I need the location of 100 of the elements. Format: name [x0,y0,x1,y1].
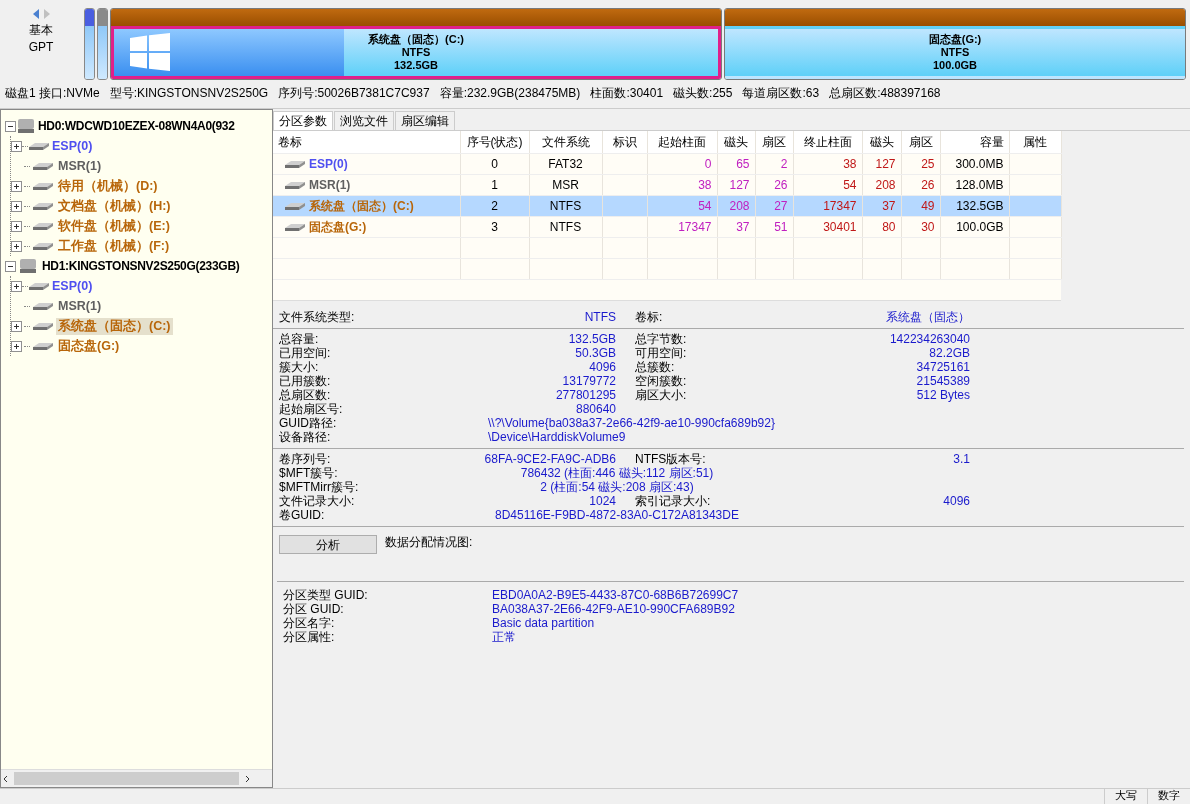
column-header[interactable]: 磁头 [717,131,755,154]
disk-info-text: 每道扇区数:63 [742,86,820,102]
tree-item[interactable]: HD1:KINGSTONSNV2S250G(233GB) [40,257,242,275]
expand-icon[interactable] [11,220,22,232]
drive-icon [32,241,54,251]
drive-icon [32,181,54,191]
partition-bar[interactable] [84,8,95,80]
drive-icon [32,161,54,171]
hard-disk-icon [18,258,38,274]
tree-item[interactable]: HD0:WDCWD10EZEX-08WN4A0(932 [36,117,237,135]
partition-bar[interactable]: 固态盘(G:) NTFS 100.0GB [724,8,1186,80]
field-value: 正常 [492,630,517,645]
tab[interactable]: 扇区编辑 [395,111,455,131]
field-value: \Device\HarddiskVolume9 [487,430,627,445]
collapse-icon[interactable] [5,260,16,272]
drive-icon [284,179,306,190]
field-label: 已用簇数: [279,374,332,389]
column-header[interactable]: 扇区 [755,131,793,154]
field-label: 簇大小: [279,360,320,375]
expand-icon[interactable] [11,320,22,332]
field-value: 8D45116E-F9BD-4872-83A0-C172A81343DE [494,508,740,523]
disk-info-text: 磁盘1 接口:NVMe [5,86,100,102]
drive-icon [32,341,54,351]
expand-icon[interactable] [11,280,22,292]
partition-size: 100.0GB [933,59,977,73]
expand-icon[interactable] [11,340,22,352]
table-cell: 30401 [823,219,857,234]
table-cell: 38 [698,177,712,192]
column-header[interactable]: 扇区 [901,131,940,154]
tab[interactable]: 分区参数 [273,111,333,131]
field-label: 设备路径: [279,430,332,445]
tree-item[interactable]: ESP(0) [50,277,95,295]
column-header[interactable]: 容量 [940,131,1009,154]
table-cell: 208 [875,177,896,192]
partition-bar[interactable]: 系统盘（固态）(C:) NTFS 132.5GB [110,8,722,80]
tree-item[interactable]: 固态盘(G:) [56,337,122,355]
field-label: 索引记录大小: [635,494,712,509]
partition-bar[interactable] [97,8,108,80]
expand-icon[interactable] [11,240,22,252]
column-header[interactable]: 文件系统 [529,131,602,154]
field-label: 扇区大小: [635,388,688,403]
column-header[interactable]: 序号(状态) [460,131,529,154]
field-value: 4096 [588,360,616,375]
table-cell: 37 [882,198,896,213]
field-label: 分区类型 GUID: [283,588,369,603]
table-cell: 2 [491,198,498,213]
drive-icon [32,221,54,231]
table-cell: 132.5GB [956,198,1004,213]
field-label: 起始扇区号: [279,402,344,417]
table-cell: FAT32 [548,156,583,171]
tree-item[interactable]: MSR(1) [56,297,104,315]
field-value: 50.3GB [574,346,616,361]
field-label: 卷序列号: [279,452,332,467]
left-arrow-icon[interactable] [31,8,40,20]
tree-item[interactable]: 文档盘（机械）(H:) [56,197,173,215]
field-label: 总簇数: [635,360,676,375]
table-cell: 26 [774,177,788,192]
table-cell: 0 [704,156,712,171]
column-header[interactable]: 属性 [1009,131,1061,154]
table-cell: 1 [491,177,498,192]
tree-item[interactable]: 软件盘（机械）(E:) [56,217,172,235]
column-header[interactable]: 终止柱面 [793,131,862,154]
column-header[interactable]: 起始柱面 [647,131,717,154]
drive-icon [284,158,306,169]
drive-icon [32,321,54,331]
table-cell: 54 [698,198,712,213]
drive-icon [284,221,306,232]
disk-info-text: 磁头数:255 [673,86,733,102]
tree-item[interactable]: MSR(1) [56,157,104,175]
expand-icon[interactable] [11,140,22,152]
tree-item[interactable]: 待用（机械）(D:) [56,177,160,195]
tree-item[interactable]: ESP(0) [50,137,95,155]
field-value: 3.1 [952,452,970,467]
table-cell: 38 [843,156,857,171]
field-value: 2 (柱面:54 磁头:208 扇区:43) [539,480,695,495]
collapse-icon[interactable] [5,120,16,132]
status-indicator: 大写 [1104,789,1147,804]
analyze-button[interactable]: 分析 [279,535,377,555]
expand-icon[interactable] [11,180,22,192]
field-value: 277801295 [554,388,616,403]
column-header[interactable]: 卷标 [273,131,460,154]
column-header[interactable]: 磁头 [862,131,901,154]
field-value: 880640 [574,402,616,417]
field-label: 文件记录大小: [279,494,356,509]
partition-name: 固态盘(G:) [309,219,367,235]
column-header[interactable]: 标识 [602,131,647,154]
field-value: 786432 (柱面:446 磁头:112 扇区:51) [519,466,715,481]
tree-item[interactable]: 工作盘（机械）(F:) [56,237,172,255]
field-label: 总扇区数: [279,388,332,403]
expand-icon[interactable] [11,200,22,212]
disk-info-text: 型号:KINGSTONSNV2S250G [109,86,269,102]
disk-type-label: 基本 [29,23,53,38]
table-cell: 0 [491,156,498,171]
field-label: 分区属性: [283,630,336,645]
tab[interactable]: 浏览文件 [334,111,394,131]
scrollbar-thumb[interactable] [14,772,239,785]
table-cell: 17347 [678,219,712,234]
table-cell: 25 [921,156,935,171]
disk-info-text: 柱面数:30401 [590,86,664,102]
field-label: 总字节数: [635,332,688,347]
